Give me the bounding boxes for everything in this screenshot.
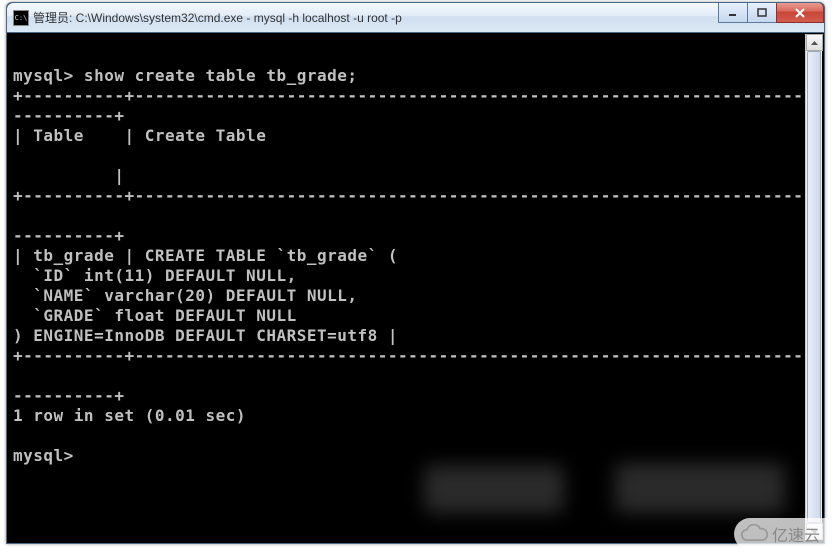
scroll-up-button[interactable]	[806, 34, 823, 51]
cloud-icon	[740, 524, 768, 544]
watermark-text: 亿速云	[772, 522, 820, 546]
maximize-button[interactable]	[747, 3, 777, 23]
watermark: 亿速云	[734, 518, 832, 550]
window-controls	[719, 3, 824, 23]
close-button[interactable]	[776, 3, 824, 23]
vertical-scrollbar[interactable]	[805, 34, 822, 540]
redaction-overlay	[615, 463, 785, 513]
titlebar[interactable]: C:\ 管理员: C:\Windows\system32\cmd.exe - m…	[7, 3, 824, 33]
redaction-overlay	[424, 465, 564, 513]
cmd-window: C:\ 管理员: C:\Windows\system32\cmd.exe - m…	[6, 2, 825, 544]
minimize-button[interactable]	[718, 3, 748, 23]
scroll-track[interactable]	[806, 51, 822, 523]
window-title: 管理员: C:\Windows\system32\cmd.exe - mysql…	[33, 9, 402, 26]
app-icon: C:\	[13, 10, 29, 26]
scroll-thumb[interactable]	[807, 51, 821, 523]
